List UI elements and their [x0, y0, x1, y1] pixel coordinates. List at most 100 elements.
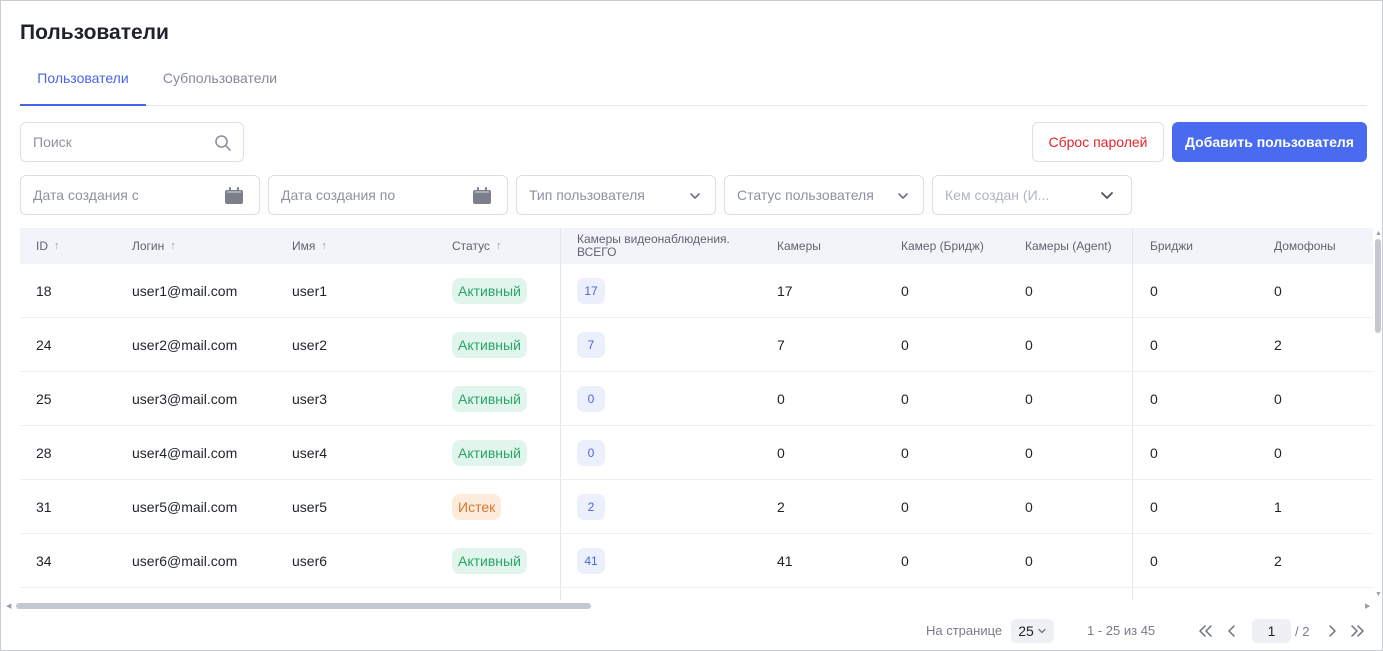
- scroll-up-arrow-icon[interactable]: ▲: [1375, 230, 1382, 237]
- calendar-icon[interactable]: [471, 185, 493, 207]
- count-badge: 7: [577, 332, 605, 358]
- last-page-icon[interactable]: [1348, 621, 1368, 641]
- date-from-field[interactable]: Дата создания с: [20, 175, 260, 215]
- date-to-placeholder: Дата создания по: [281, 187, 396, 203]
- cell-name: user3: [292, 372, 327, 426]
- cell-text: user5@mail.com: [132, 499, 238, 515]
- cell-text: 0: [1150, 499, 1158, 515]
- sort-arrow-icon: ↑: [170, 240, 176, 252]
- cell-bridges: 0: [1150, 372, 1158, 426]
- reset-passwords-button[interactable]: Сброс паролей: [1032, 122, 1164, 162]
- cell-intercoms: 0: [1274, 426, 1282, 480]
- cell-name: user4: [292, 426, 327, 480]
- table-row[interactable]: 31 user5@mail.com user5 Истек 2 2 0 0 0 1: [20, 480, 1373, 534]
- current-page-input[interactable]: 1: [1252, 619, 1291, 643]
- user-status-select[interactable]: Статус пользователя: [724, 175, 924, 215]
- pagination-range: 1 - 25 из 45: [1087, 623, 1156, 638]
- column-header-status[interactable]: Статус ↑: [452, 228, 501, 264]
- cell-login: user4@mail.com: [132, 426, 237, 480]
- total-pages: / 2: [1295, 624, 1310, 639]
- cell-text: 0: [901, 283, 909, 299]
- table-row[interactable]: 28 user4@mail.com user4 Активный 0 0 0 0 0 0: [20, 426, 1373, 480]
- column-header-name[interactable]: Имя ↑: [292, 228, 327, 264]
- user-type-select[interactable]: Тип пользователя: [516, 175, 716, 215]
- chevron-down-icon: [1038, 628, 1046, 634]
- prev-page-icon[interactable]: [1222, 621, 1242, 641]
- cell-cameras-total: 0: [577, 426, 605, 480]
- cell-text: 0: [1274, 445, 1282, 461]
- sort-arrow-icon: ↑: [321, 240, 327, 252]
- cell-bridges: 0: [1150, 264, 1158, 318]
- table-row[interactable]: 25 user3@mail.com user3 Активный 0 0 0 0 0 0: [20, 372, 1373, 426]
- status-badge: Активный: [452, 548, 527, 574]
- cell-cameras: 2: [777, 480, 785, 534]
- vertical-scrollbar-thumb[interactable]: [1375, 239, 1381, 333]
- cell-text: 17: [777, 283, 793, 299]
- cell-cameras-bridge: 0: [901, 534, 909, 588]
- table-row[interactable]: 18 user1@mail.com user1 Активный 17 17 0 0 0 0: [20, 264, 1373, 318]
- cell-text: 18: [36, 283, 52, 299]
- cell-text: user2: [292, 337, 328, 353]
- search-input[interactable]: Поиск: [20, 122, 244, 162]
- search-placeholder: Поиск: [33, 134, 72, 150]
- cell-cameras-agent: 0: [1025, 426, 1033, 480]
- cell-text: user1: [292, 283, 328, 299]
- scroll-right-arrow-icon[interactable]: ▶: [1365, 602, 1370, 610]
- scroll-left-arrow-icon[interactable]: ◀: [6, 602, 11, 610]
- column-label: Логин: [132, 239, 165, 253]
- chevron-down-icon: [684, 185, 706, 207]
- column-header-cameras: Камеры: [777, 239, 821, 253]
- first-page-icon[interactable]: [1195, 621, 1215, 641]
- next-page-icon[interactable]: [1322, 621, 1342, 641]
- column-header-id[interactable]: ID ↑: [36, 228, 60, 264]
- cell-text: 0: [1025, 499, 1033, 515]
- table-row[interactable]: 34 user6@mail.com user6 Активный 41 41 0 0 0 2: [20, 534, 1373, 588]
- date-to-field[interactable]: Дата создания по: [268, 175, 508, 215]
- cell-text: 0: [1025, 445, 1033, 461]
- tab-subusers[interactable]: Субпользователи: [156, 63, 284, 106]
- created-by-select[interactable]: Кем создан (И...: [932, 175, 1132, 215]
- cell-status: Активный: [452, 264, 527, 318]
- count-badge: 2: [577, 494, 605, 520]
- column-label: Имя: [292, 239, 316, 253]
- cell-text: user3@mail.com: [132, 391, 238, 407]
- cell-login: user1@mail.com: [132, 264, 237, 318]
- per-page-select[interactable]: 25: [1011, 619, 1054, 643]
- cell-cameras: 17: [777, 264, 793, 318]
- per-page-value: 25: [1018, 623, 1034, 639]
- table-row[interactable]: 24 user2@mail.com user2 Активный 7 7 0 0 0 2: [20, 318, 1373, 372]
- scroll-down-arrow-icon[interactable]: ▼: [1375, 591, 1382, 598]
- column-header-login[interactable]: Логин ↑: [132, 228, 176, 264]
- cell-text: user3: [292, 391, 328, 407]
- cell-cameras-total: 2: [577, 480, 605, 534]
- cell-intercoms: 2: [1274, 534, 1282, 588]
- cell-text: 0: [1150, 337, 1158, 353]
- cell-name: user5: [292, 480, 327, 534]
- status-badge: Активный: [452, 278, 527, 304]
- cell-text: user5: [292, 499, 328, 515]
- cell-id: 31: [36, 480, 52, 534]
- add-user-button[interactable]: Добавить пользователя: [1172, 122, 1367, 162]
- cell-text: 0: [1150, 283, 1158, 299]
- column-label: ВСЕГО: [577, 245, 617, 259]
- cell-cameras-total: 7: [577, 318, 605, 372]
- tab-users[interactable]: Пользователи: [20, 63, 146, 106]
- cell-text: user6: [292, 553, 328, 569]
- cell-id: 18: [36, 264, 52, 318]
- cell-text: 28: [36, 445, 52, 461]
- sort-arrow-icon: ↑: [54, 240, 60, 252]
- cell-bridges: 0: [1150, 318, 1158, 372]
- column-header-cameras-agent: Камеры (Agent): [1025, 239, 1112, 253]
- cell-text: 0: [1150, 391, 1158, 407]
- cell-cameras-total: 0: [577, 372, 605, 426]
- page-title: Пользователи: [20, 21, 169, 44]
- cell-cameras: 0: [777, 372, 785, 426]
- cell-intercoms: 0: [1274, 372, 1282, 426]
- horizontal-scrollbar-thumb[interactable]: [16, 603, 591, 609]
- cell-cameras: 0: [777, 426, 785, 480]
- cell-text: user2@mail.com: [132, 337, 238, 353]
- cell-text: 0: [901, 391, 909, 407]
- sort-arrow-icon: ↑: [495, 240, 502, 252]
- calendar-icon[interactable]: [223, 185, 245, 207]
- cell-text: 0: [901, 337, 909, 353]
